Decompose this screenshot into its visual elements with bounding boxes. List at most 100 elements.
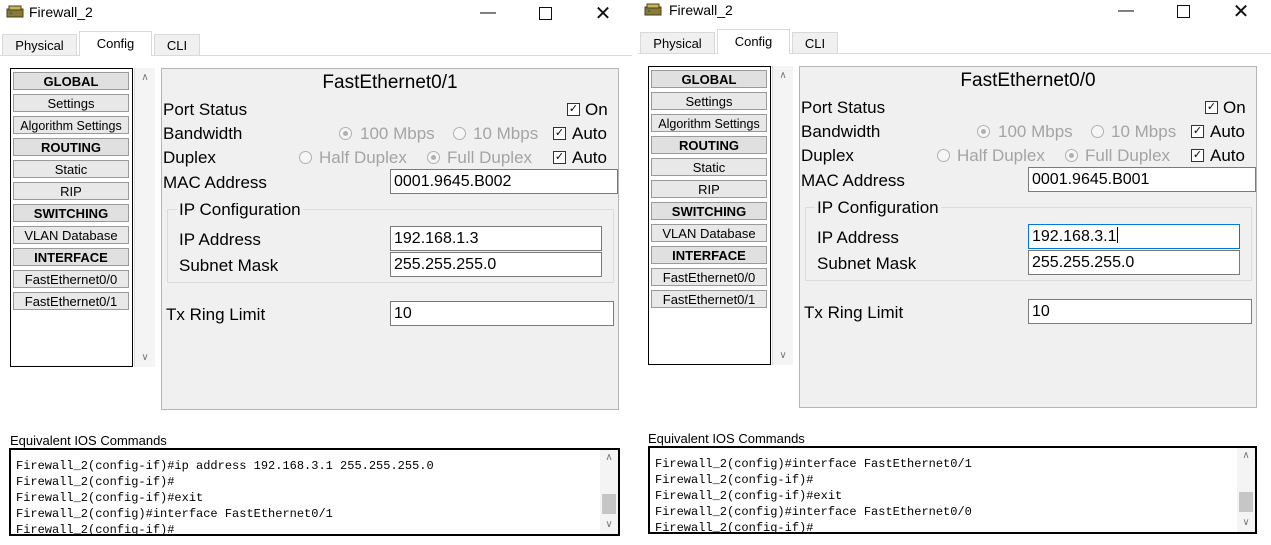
- console-scrollbar[interactable]: ∧ ∨: [600, 450, 618, 534]
- sidebar-item-fastethernet0-0[interactable]: FastEthernet0/0: [651, 268, 767, 286]
- port-status-label: Port Status: [163, 100, 248, 119]
- sidebar-header-switching: SWITCHING: [651, 202, 767, 220]
- console-line: Firewall_2(config-if)#: [16, 523, 175, 536]
- window-title: Firewall_2: [29, 4, 93, 20]
- ios-commands-console[interactable]: Firewall_2(config-if)#ip address 192.168…: [9, 448, 620, 536]
- full-duplex-radio[interactable]: [427, 151, 440, 164]
- minimize-button[interactable]: —: [465, 0, 511, 26]
- scroll-up-icon[interactable]: ∧: [600, 452, 618, 463]
- title-bar[interactable]: Firewall_2 — ✕: [638, 0, 1271, 26]
- sidebar: GLOBAL Settings Algorithm Settings ROUTI…: [648, 66, 771, 365]
- scroll-down-icon[interactable]: ∨: [773, 350, 793, 361]
- duplex-auto-label: Auto: [1210, 146, 1245, 165]
- ip-address-field[interactable]: 192.168.1.3: [390, 226, 602, 251]
- sidebar-item-fastethernet0-1[interactable]: FastEthernet0/1: [651, 290, 767, 308]
- tx-ring-limit-field[interactable]: 10: [390, 301, 614, 326]
- ip-address-label: IP Address: [179, 230, 261, 249]
- tab-cli[interactable]: CLI: [792, 32, 838, 53]
- bandwidth-label: Bandwidth: [163, 124, 243, 143]
- port-status-checkbox[interactable]: ✓: [567, 103, 580, 116]
- minimize-icon: —: [480, 4, 496, 21]
- duplex-auto-checkbox[interactable]: ✓: [1191, 149, 1204, 162]
- mac-address-label: MAC Address: [163, 173, 267, 192]
- console-line: Firewall_2(config)#interface FastEtherne…: [655, 457, 972, 471]
- console-line: Firewall_2(config-if)#: [16, 475, 175, 489]
- minimize-button[interactable]: —: [1103, 0, 1149, 24]
- sidebar-item-vlan-database[interactable]: VLAN Database: [651, 224, 767, 242]
- console-line: Firewall_2(config)#interface FastEtherne…: [16, 507, 333, 521]
- sidebar-item-fastethernet0-1[interactable]: FastEthernet0/1: [13, 292, 129, 310]
- half-duplex-radio[interactable]: [937, 149, 950, 162]
- tab-physical[interactable]: Physical: [640, 32, 715, 53]
- port-status-checkbox[interactable]: ✓: [1205, 101, 1218, 114]
- subnet-mask-field[interactable]: 255.255.255.0: [390, 252, 602, 277]
- sidebar: GLOBAL Settings Algorithm Settings ROUTI…: [10, 68, 133, 367]
- sidebar-header-routing: ROUTING: [651, 136, 767, 154]
- router-icon: [644, 2, 662, 18]
- scroll-up-icon[interactable]: ∧: [773, 70, 793, 81]
- bandwidth-10-label: 10 Mbps: [1111, 122, 1177, 141]
- bandwidth-auto-label: Auto: [1210, 122, 1245, 141]
- tab-config[interactable]: Config: [79, 31, 152, 56]
- full-duplex-radio[interactable]: [1065, 149, 1078, 162]
- bandwidth-100-radio[interactable]: [339, 127, 352, 140]
- ios-commands-console[interactable]: Firewall_2(config)#interface FastEtherne…: [648, 446, 1257, 534]
- console-scroll-thumb[interactable]: [602, 494, 616, 514]
- bandwidth-100-radio[interactable]: [977, 125, 990, 138]
- console-line: Firewall_2(config-if)#exit: [16, 491, 204, 505]
- mac-address-field[interactable]: 0001.9645.B001: [1028, 167, 1256, 192]
- mac-address-field[interactable]: 0001.9645.B002: [390, 169, 618, 194]
- bandwidth-10-label: 10 Mbps: [473, 124, 539, 143]
- config-window-2: Firewall_2 — ✕ Physical Config CLI GLOBA…: [638, 0, 1271, 545]
- duplex-auto-checkbox[interactable]: ✓: [553, 151, 566, 164]
- subnet-mask-field[interactable]: 255.255.255.0: [1028, 250, 1240, 275]
- mac-address-label: MAC Address: [801, 171, 905, 190]
- tab-config[interactable]: Config: [717, 29, 790, 54]
- close-button[interactable]: ✕: [580, 0, 626, 26]
- duplex-label: Duplex: [163, 148, 216, 167]
- bandwidth-10-radio[interactable]: [453, 127, 466, 140]
- bandwidth-auto-checkbox[interactable]: ✓: [553, 127, 566, 140]
- tab-physical[interactable]: Physical: [2, 34, 77, 55]
- console-scroll-thumb[interactable]: [1239, 492, 1253, 512]
- check-icon: ✓: [1206, 101, 1217, 113]
- panel-title: FastEthernet0/1: [322, 72, 458, 93]
- title-bar[interactable]: Firewall_2 — ✕: [0, 0, 632, 26]
- close-button[interactable]: ✕: [1218, 0, 1264, 24]
- console-scrollbar[interactable]: ∧ ∨: [1237, 448, 1255, 532]
- sidebar-scrollbar[interactable]: ∧ ∨: [134, 68, 155, 367]
- interface-panel: FastEthernet0/1 Port Status ✓ On Bandwid…: [161, 68, 619, 410]
- full-duplex-label: Full Duplex: [1085, 146, 1171, 165]
- sidebar-item-static[interactable]: Static: [651, 158, 767, 176]
- sidebar-scrollbar[interactable]: ∧ ∨: [772, 66, 793, 365]
- bandwidth-auto-checkbox[interactable]: ✓: [1191, 125, 1204, 138]
- sidebar-item-rip[interactable]: RIP: [651, 180, 767, 198]
- bandwidth-10-radio[interactable]: [1091, 125, 1104, 138]
- maximize-button[interactable]: [522, 0, 568, 26]
- half-duplex-radio[interactable]: [299, 151, 312, 164]
- tx-ring-limit-field[interactable]: 10: [1028, 299, 1252, 324]
- maximize-button[interactable]: [1160, 0, 1206, 24]
- sidebar-item-rip[interactable]: RIP: [13, 182, 129, 200]
- sidebar-item-settings[interactable]: Settings: [13, 94, 129, 112]
- window-title: Firewall_2: [669, 2, 733, 18]
- tab-cli[interactable]: CLI: [154, 34, 200, 55]
- interface-panel: FastEthernet0/0 Port Status ✓ On Bandwid…: [799, 66, 1257, 408]
- scroll-down-icon[interactable]: ∨: [600, 519, 618, 530]
- scroll-up-icon[interactable]: ∧: [135, 72, 155, 83]
- tx-ring-limit-label: Tx Ring Limit: [804, 303, 904, 322]
- sidebar-item-algorithm-settings[interactable]: Algorithm Settings: [13, 116, 129, 134]
- sidebar-item-static[interactable]: Static: [13, 160, 129, 178]
- ip-address-field[interactable]: 192.168.3.1: [1028, 224, 1240, 249]
- console-line: Firewall_2(config)#interface FastEtherne…: [655, 505, 972, 519]
- duplex-auto-label: Auto: [572, 148, 607, 167]
- scroll-down-icon[interactable]: ∨: [135, 352, 155, 363]
- sidebar-item-settings[interactable]: Settings: [651, 92, 767, 110]
- scroll-down-icon[interactable]: ∨: [1237, 517, 1255, 528]
- sidebar-item-algorithm-settings[interactable]: Algorithm Settings: [651, 114, 767, 132]
- sidebar-item-fastethernet0-0[interactable]: FastEthernet0/0: [13, 270, 129, 288]
- scroll-up-icon[interactable]: ∧: [1237, 450, 1255, 461]
- sidebar-item-vlan-database[interactable]: VLAN Database: [13, 226, 129, 244]
- maximize-icon: [1176, 4, 1190, 18]
- sidebar-header-routing: ROUTING: [13, 138, 129, 156]
